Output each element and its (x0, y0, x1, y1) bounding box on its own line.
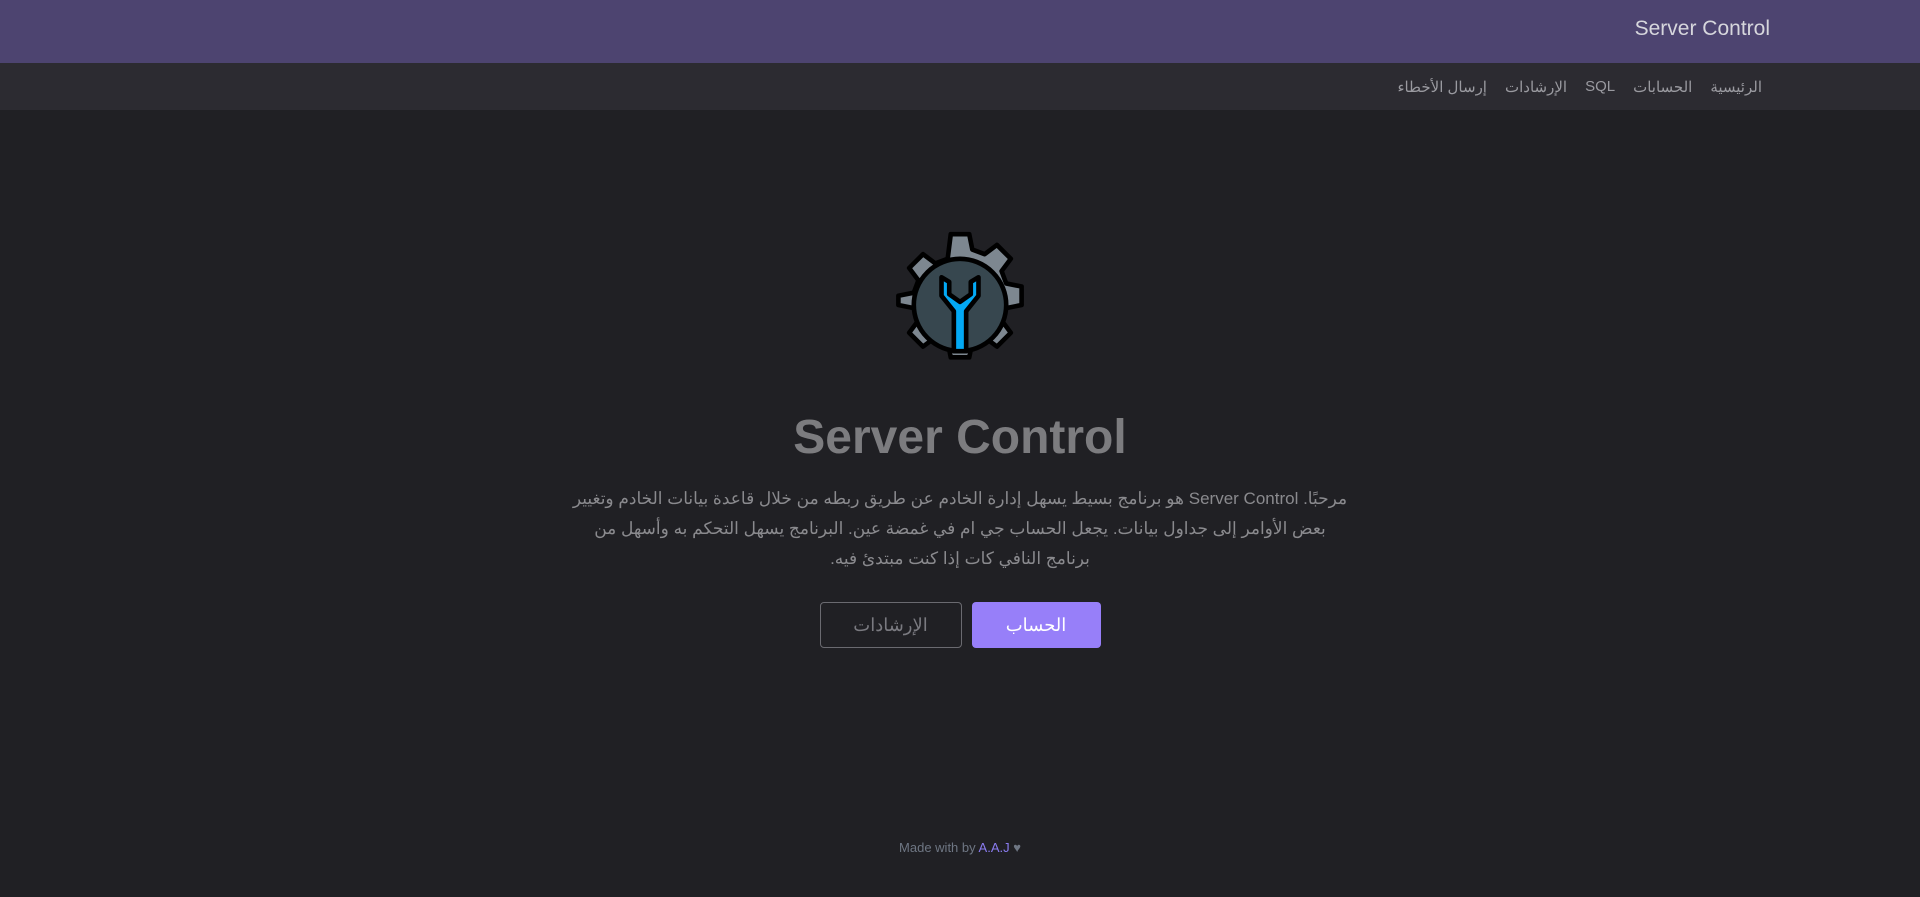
top-bar: Server Control (0, 0, 1920, 63)
nav-home[interactable]: الرئيسية (1710, 78, 1762, 96)
nav-bar: الرئيسية الحسابات SQL الإرشادات إرسال ال… (0, 63, 1920, 110)
author-link[interactable]: A.A.J (979, 840, 1010, 855)
description: مرحبًا. Server Control هو برنامج بسيط يس… (572, 489, 1348, 568)
footer: Made with by A.A.J ♥ (0, 840, 1920, 855)
nav-sql[interactable]: SQL (1585, 78, 1615, 95)
page-title: Server Control (793, 411, 1127, 464)
account-button[interactable]: الحساب (971, 602, 1101, 648)
heart-icon: ♥ (1013, 840, 1021, 855)
nav-report-errors[interactable]: إرسال الأخطاء (1397, 78, 1487, 96)
gear-wrench-icon (896, 231, 1024, 360)
nav-accounts[interactable]: الحسابات (1633, 78, 1692, 96)
guides-button[interactable]: الإرشادات (819, 602, 962, 648)
brand-title[interactable]: Server Control (1635, 17, 1770, 41)
nav-guides[interactable]: الإرشادات (1505, 78, 1567, 96)
footer-text: Made with by (899, 840, 976, 855)
